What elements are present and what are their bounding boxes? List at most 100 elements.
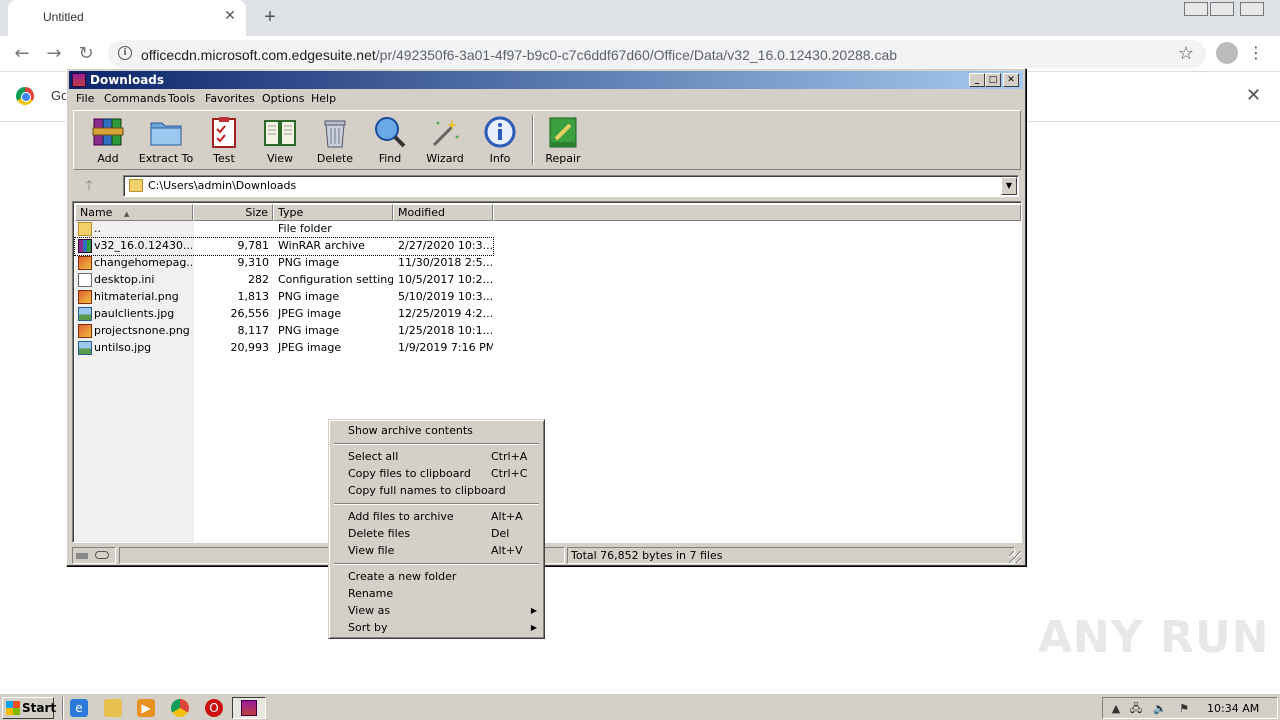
file-row[interactable]: hitmaterial.png 1,813 PNG image 5/10/2019 1… [75,289,1021,306]
column-header-modified[interactable]: Modified [393,204,493,221]
winrar-taskbar-button[interactable] [232,697,266,719]
taskbar-clock[interactable]: 10:34 AM [1207,702,1259,715]
menu-file[interactable]: File [76,92,94,105]
reload-icon[interactable]: ↻ [74,42,98,66]
sort-ascending-icon: ▲ [123,210,130,218]
winrar-maximize-button[interactable]: □ [985,73,1001,87]
internet-explorer-icon[interactable]: e [70,699,88,717]
file-size: 282 [248,273,269,286]
resize-grip[interactable] [1009,551,1021,563]
delete-button[interactable]: Delete [307,113,363,169]
menu-item-label: Create a new folder [348,570,457,583]
forward-arrow-icon[interactable]: → [42,42,66,66]
browser-menu-icon[interactable]: ⋮ [1248,41,1264,65]
test-button[interactable]: Test [196,113,252,169]
menu-item-shortcut: Ctrl+A [491,450,528,463]
winrar-app-icon[interactable] [72,73,86,87]
find-button[interactable]: Find [362,113,418,169]
extract-to-button[interactable]: Extract To [138,113,194,169]
menu-help[interactable]: Help [311,92,336,105]
menu-item-label: Copy full names to clipboard [348,484,506,497]
menu-item-view-as[interactable]: View as ▶ [332,602,541,619]
site-info-icon[interactable]: i [118,46,132,60]
menu-item-shortcut: Alt+V [491,544,523,557]
file-row[interactable]: untilso.jpg 20,993 JPEG image 1/9/2019 7:16… [75,340,1021,357]
wizard-button[interactable]: Wizard [417,113,473,169]
action-center-flag-icon[interactable]: ⚑ [1177,702,1191,715]
minimize-button[interactable] [1184,2,1208,16]
infobar-close-icon[interactable]: ✕ [1246,85,1261,106]
address-bar[interactable]: i officecdn.microsoft.com.edgesuite.net/… [108,40,1206,68]
network-icon[interactable]: 🖧 [1129,702,1143,715]
winrar-books-icon [92,118,124,146]
menu-favorites[interactable]: Favorites [205,92,255,105]
column-header-type[interactable]: Type [273,204,393,221]
menu-item-shortcut: Alt+A [491,510,523,523]
restore-button[interactable] [1210,2,1234,16]
window-close-button[interactable] [1240,2,1264,16]
file-row[interactable]: paulclients.jpg 26,556 JPEG image 12/25/201… [75,306,1021,323]
winrar-close-button[interactable]: ✕ [1003,73,1019,87]
menu-item-add-files[interactable]: Add files to archive Alt+A [332,508,541,525]
tray-expand-icon[interactable]: ▲ [1109,702,1123,715]
column-header-filler [493,204,1021,221]
dropdown-arrow-icon[interactable]: ▼ [1001,177,1017,195]
file-row[interactable]: projectsnone.png 8,117 PNG image 1/25/2018 … [75,323,1021,340]
context-menu: Show archive contents Select all Ctrl+A C… [328,419,545,639]
trash-can-icon [324,120,346,148]
menu-tools[interactable]: Tools [168,92,195,105]
browser-toolbar: ← → ↻ i officecdn.microsoft.com.edgesuit… [0,36,1280,72]
file-row[interactable]: changehomepag... 9,310 PNG image 11/30/2018… [75,255,1021,272]
repair-button[interactable]: Repair [535,113,591,169]
media-player-icon[interactable]: ▶ [137,699,155,717]
winrar-minimize-button[interactable]: _ [969,73,985,87]
start-label: Start [22,701,57,715]
file-row[interactable]: desktop.ini 282 Configuration settings 10/5… [75,272,1021,289]
menu-item-create-folder[interactable]: Create a new folder [332,568,541,585]
menu-item-copy-full-names[interactable]: Copy full names to clipboard [332,482,541,499]
menu-item-show-archive-contents[interactable]: Show archive contents [332,422,541,439]
jpeg-image-icon [78,307,92,321]
menu-item-copy-files[interactable]: Copy files to clipboard Ctrl+C [332,465,541,482]
column-header-name[interactable]: Name ▲ [75,204,193,221]
ini-file-icon [78,273,92,287]
menu-commands[interactable]: Commands [104,92,166,105]
file-row[interactable]: .. File folder [75,221,1021,238]
info-button[interactable]: Info [472,113,528,169]
tab-close-icon[interactable]: ✕ [222,8,238,24]
menu-item-delete-files[interactable]: Delete files Del [332,525,541,542]
chrome-logo-icon [16,87,34,105]
file-type: WinRAR archive [278,239,365,252]
browser-tab[interactable]: Untitled ✕ [8,0,246,36]
menu-item-select-all[interactable]: Select all Ctrl+A [332,448,541,465]
delete-label: Delete [316,152,354,165]
menu-item-rename[interactable]: Rename [332,585,541,602]
profile-avatar-icon[interactable] [1216,42,1238,64]
file-modified: 1/25/2018 10:1... [398,324,493,337]
bookmark-star-icon[interactable]: ☆ [1178,43,1194,64]
menu-options[interactable]: Options [262,92,304,105]
new-tab-button[interactable]: + [260,6,280,28]
chrome-taskbar-icon[interactable] [171,699,189,717]
start-button[interactable]: Start [2,697,57,719]
back-arrow-icon[interactable]: ← [10,42,34,66]
opera-icon[interactable]: O [205,699,223,717]
up-arrow-icon[interactable]: 🡑 [79,177,99,195]
column-header-size[interactable]: Size [193,204,273,221]
volume-icon[interactable]: 🔈 [1153,702,1167,715]
file-type: File folder [278,222,332,235]
view-button[interactable]: View [252,113,308,169]
file-row[interactable]: v32_16.0.12430.... 9,781 WinRAR archive 2/2… [74,237,494,256]
menu-item-sort-by[interactable]: Sort by ▶ [332,619,541,636]
path-combobox[interactable]: C:\Users\admin\Downloads ▼ [123,175,1019,197]
file-list[interactable]: Name ▲ Size Type Modified .. File folder v… [72,201,1022,543]
url-text[interactable]: officecdn.microsoft.com.edgesuite.net/pr… [141,47,897,63]
magic-wand-icon [432,119,459,147]
file-name: v32_16.0.12430.... [94,239,192,252]
status-drive-panel[interactable] [72,547,116,564]
menu-item-view-file[interactable]: View file Alt+V [332,542,541,559]
winrar-titlebar[interactable]: Downloads _ □ ✕ [69,71,1023,89]
add-button[interactable]: Add [80,113,136,169]
file-explorer-icon[interactable] [104,699,122,717]
winrar-menubar: File Commands Tools Favorites Options He… [69,90,1023,108]
